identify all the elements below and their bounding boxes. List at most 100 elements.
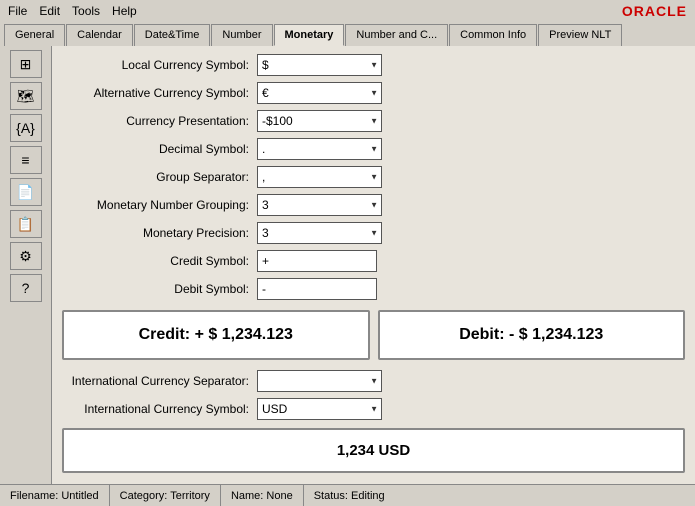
alt-currency-label: Alternative Currency Symbol: <box>62 86 257 100</box>
currency-presentation-control: -$100 <box>257 110 382 132</box>
debit-preview-amount: - $ 1,234.123 <box>509 326 603 343</box>
intl-symbol-label: International Currency Symbol: <box>62 402 257 416</box>
debit-symbol-label: Debit Symbol: <box>62 282 257 296</box>
alt-currency-select-wrapper: € <box>257 82 382 104</box>
group-separator-select[interactable]: , <box>257 166 382 188</box>
credit-symbol-input[interactable] <box>257 250 377 272</box>
credit-preview-box: Credit: + $ 1,234.123 <box>62 310 370 360</box>
sidebar-icon-7[interactable]: ⚙ <box>10 242 42 270</box>
variable-icon: {A} <box>16 120 35 136</box>
local-currency-select-wrapper: $ <box>257 54 382 76</box>
alt-currency-row: Alternative Currency Symbol: € <box>62 82 685 104</box>
monetary-grouping-select[interactable]: 3 <box>257 194 382 216</box>
help-icon: ? <box>22 280 30 296</box>
monetary-tab-content: Local Currency Symbol: $ Alternative Cur… <box>52 46 695 484</box>
map-icon: 🗺 <box>17 88 35 105</box>
intl-separator-select[interactable] <box>257 370 382 392</box>
statusbar-category: Category: Territory <box>110 485 221 506</box>
oracle-logo: ORACLE <box>622 3 687 19</box>
intl-preview-value: 1,234 USD <box>337 442 410 459</box>
sidebar-icon-8[interactable]: ? <box>10 274 42 302</box>
monetary-precision-select-wrapper: 3 <box>257 222 382 244</box>
intl-symbol-row: International Currency Symbol: USD <box>62 398 685 420</box>
tab-datetime[interactable]: Date&Time <box>134 24 211 46</box>
statusbar-filename: Filename: Untitled <box>0 485 110 506</box>
sidebar-icon-4[interactable]: ≡ <box>10 146 42 174</box>
menu-file[interactable]: File <box>8 4 27 18</box>
sidebar-icon-2[interactable]: 🗺 <box>10 82 42 110</box>
spreadsheet-icon: 📋 <box>17 216 34 233</box>
group-separator-select-wrapper: , <box>257 166 382 188</box>
settings-icon: ⚙ <box>19 248 32 265</box>
decimal-symbol-select[interactable]: . <box>257 138 382 160</box>
intl-separator-control <box>257 370 382 392</box>
credit-symbol-label: Credit Symbol: <box>62 254 257 268</box>
monetary-precision-select[interactable]: 3 <box>257 222 382 244</box>
debit-preview-label: Debit: <box>459 326 504 343</box>
tab-monetary[interactable]: Monetary <box>274 24 345 46</box>
tab-general[interactable]: General <box>4 24 65 46</box>
decimal-symbol-control: . <box>257 138 382 160</box>
alt-currency-control: € <box>257 82 382 104</box>
tab-number[interactable]: Number <box>211 24 272 46</box>
alt-currency-select[interactable]: € <box>257 82 382 104</box>
debit-symbol-input[interactable] <box>257 278 377 300</box>
debit-preview-box: Debit: - $ 1,234.123 <box>378 310 686 360</box>
intl-symbol-control: USD <box>257 398 382 420</box>
debit-symbol-control <box>257 278 377 300</box>
local-currency-row: Local Currency Symbol: $ <box>62 54 685 76</box>
decimal-symbol-row: Decimal Symbol: . <box>62 138 685 160</box>
statusbar-name: Name: None <box>221 485 304 506</box>
currency-presentation-label: Currency Presentation: <box>62 114 257 128</box>
sidebar-icon-6[interactable]: 📋 <box>10 210 42 238</box>
group-separator-row: Group Separator: , <box>62 166 685 188</box>
currency-presentation-select-wrapper: -$100 <box>257 110 382 132</box>
monetary-grouping-row: Monetary Number Grouping: 3 <box>62 194 685 216</box>
tab-preview-nlt[interactable]: Preview NLT <box>538 24 622 46</box>
tabbar: General Calendar Date&Time Number Moneta… <box>0 22 695 46</box>
tab-calendar[interactable]: Calendar <box>66 24 133 46</box>
intl-separator-select-wrapper <box>257 370 382 392</box>
tab-common-info[interactable]: Common Info <box>449 24 537 46</box>
sidebar-icon-3[interactable]: {A} <box>10 114 42 142</box>
decimal-symbol-label: Decimal Symbol: <box>62 142 257 156</box>
local-currency-select[interactable]: $ <box>257 54 382 76</box>
tab-number-and-c[interactable]: Number and C... <box>345 24 448 46</box>
credit-symbol-row: Credit Symbol: <box>62 250 685 272</box>
decimal-symbol-select-wrapper: . <box>257 138 382 160</box>
debit-symbol-row: Debit Symbol: <box>62 278 685 300</box>
menu-tools[interactable]: Tools <box>72 4 100 18</box>
currency-presentation-select[interactable]: -$100 <box>257 110 382 132</box>
intl-symbol-select[interactable]: USD <box>257 398 382 420</box>
monetary-grouping-select-wrapper: 3 <box>257 194 382 216</box>
credit-preview-amount: + $ 1,234.123 <box>195 326 293 343</box>
content-area: ⊞ 🗺 {A} ≡ 📄 📋 ⚙ ? <box>0 46 695 484</box>
statusbar-status: Status: Editing <box>304 485 695 506</box>
local-currency-label: Local Currency Symbol: <box>62 58 257 72</box>
list-icon: ≡ <box>21 152 29 168</box>
credit-symbol-control <box>257 250 377 272</box>
monetary-precision-label: Monetary Precision: <box>62 226 257 240</box>
intl-preview-box: 1,234 USD <box>62 428 685 473</box>
statusbar: Filename: Untitled Category: Territory N… <box>0 484 695 506</box>
preview-section: Credit: + $ 1,234.123 Debit: - $ 1,234.1… <box>62 310 685 360</box>
grid-icon: ⊞ <box>20 56 32 73</box>
group-separator-label: Group Separator: <box>62 170 257 184</box>
sidebar-icon-1[interactable]: ⊞ <box>10 50 42 78</box>
menu-edit[interactable]: Edit <box>39 4 60 18</box>
monetary-precision-row: Monetary Precision: 3 <box>62 222 685 244</box>
intl-separator-row: International Currency Separator: <box>62 370 685 392</box>
currency-presentation-row: Currency Presentation: -$100 <box>62 110 685 132</box>
monetary-grouping-label: Monetary Number Grouping: <box>62 198 257 212</box>
document-icon: 📄 <box>17 184 34 201</box>
sidebar: ⊞ 🗺 {A} ≡ 📄 📋 ⚙ ? <box>0 46 52 484</box>
monetary-grouping-control: 3 <box>257 194 382 216</box>
menu-help[interactable]: Help <box>112 4 137 18</box>
sidebar-icon-5[interactable]: 📄 <box>10 178 42 206</box>
credit-preview-label: Credit: <box>139 326 191 343</box>
intl-symbol-select-wrapper: USD <box>257 398 382 420</box>
local-currency-control: $ <box>257 54 382 76</box>
menubar-items: File Edit Tools Help <box>8 4 137 18</box>
group-separator-control: , <box>257 166 382 188</box>
monetary-precision-control: 3 <box>257 222 382 244</box>
